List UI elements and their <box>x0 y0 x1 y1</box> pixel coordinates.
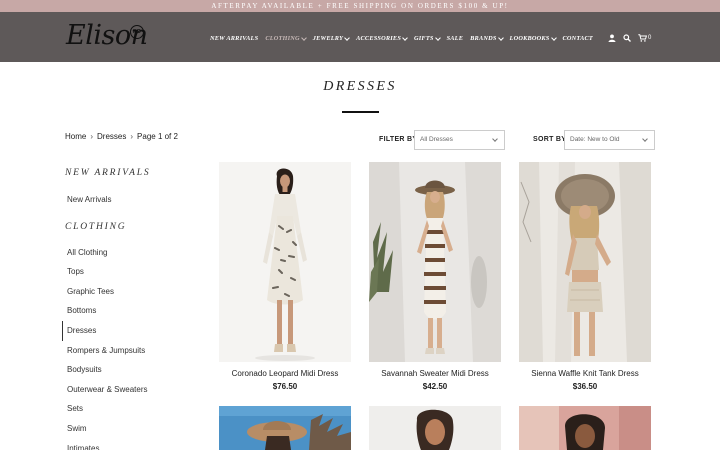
product-price: $76.50 <box>272 382 298 391</box>
header-icons: 0 <box>608 34 651 42</box>
sort-select[interactable]: Date: New to Old <box>564 130 655 150</box>
logo-badge: RD <box>130 25 144 39</box>
chevron-right-icon: › <box>90 132 94 141</box>
nav-accessories[interactable]: ACCESSORIES <box>356 34 408 42</box>
sidebar-item-tops[interactable]: Tops <box>65 262 195 282</box>
breadcrumb-section[interactable]: Dresses <box>97 132 126 141</box>
sidebar: NEW ARRIVALS New Arrivals CLOTHING All C… <box>62 168 195 450</box>
nav-gifts[interactable]: GIFTS <box>414 34 441 42</box>
breadcrumb: Home › Dresses › Page 1 of 2 <box>65 132 178 141</box>
chevron-down-icon <box>402 34 408 41</box>
breadcrumb-page: Page 1 of 2 <box>137 132 178 141</box>
filter-select[interactable]: All Dresses <box>414 130 505 150</box>
product-image[interactable] <box>369 162 501 362</box>
chevron-right-icon: › <box>130 132 134 141</box>
product-card[interactable]: Savannah Sweater Midi Dress $42.50 <box>369 162 501 402</box>
nav-brands[interactable]: BRANDS <box>470 34 504 42</box>
sidebar-heading-clothing: CLOTHING <box>65 221 127 232</box>
chevron-down-icon <box>300 34 307 41</box>
sidebar-item-bottoms[interactable]: Bottoms <box>65 301 195 321</box>
chevron-down-icon <box>642 136 648 142</box>
nav-clothing[interactable]: CLOTHING <box>265 34 307 42</box>
nav-contact[interactable]: CONTACT <box>563 35 593 42</box>
chevron-down-icon <box>344 34 350 41</box>
user-icon[interactable] <box>608 34 616 42</box>
nav-sale[interactable]: SALE <box>447 35 464 42</box>
cart-count: 0 <box>648 35 652 41</box>
breadcrumb-home[interactable]: Home <box>65 132 86 141</box>
product-image[interactable] <box>219 406 351 450</box>
sidebar-item-sets[interactable]: Sets <box>65 399 195 419</box>
sidebar-clothing-list: All Clothing Tops Graphic Tees Bottoms D… <box>62 243 195 450</box>
chevron-down-icon <box>497 34 504 41</box>
product-name[interactable]: Sienna Waffle Knit Tank Dress <box>509 369 661 378</box>
sort-select-value: Date: New to Old <box>570 136 620 143</box>
site-header: Elison RD NEW ARRIVALS CLOTHING JEWELRY … <box>0 12 720 62</box>
nav-lookbooks[interactable]: LOOKBOOKS <box>510 34 557 42</box>
sidebar-item-rompers-jumpsuits[interactable]: Rompers & Jumpsuits <box>65 341 195 361</box>
page-title: DRESSES <box>323 79 397 94</box>
sidebar-item-intimates[interactable]: Intimates <box>65 439 195 450</box>
product-card[interactable]: Coronado Leopard Midi Dress $76.50 <box>219 162 351 402</box>
cart-icon <box>638 34 647 42</box>
chevron-down-icon <box>492 136 498 142</box>
chevron-down-icon <box>434 34 441 41</box>
product-image[interactable] <box>519 406 651 450</box>
site-logo[interactable]: Elison RD <box>66 20 148 51</box>
sidebar-item-all-clothing[interactable]: All Clothing <box>65 243 195 263</box>
product-image[interactable] <box>219 162 351 362</box>
sidebar-item-graphic-tees[interactable]: Graphic Tees <box>65 282 195 302</box>
title-divider <box>342 111 379 113</box>
product-image[interactable] <box>369 406 501 450</box>
nav-jewelry[interactable]: JEWELRY <box>313 34 350 42</box>
sidebar-item-outerwear-sweaters[interactable]: Outerwear & Sweaters <box>65 380 195 400</box>
search-icon[interactable] <box>623 34 631 42</box>
product-name[interactable]: Savannah Sweater Midi Dress <box>359 369 511 378</box>
sidebar-item-new-arrivals[interactable]: New Arrivals <box>65 190 195 210</box>
product-name[interactable]: Coronado Leopard Midi Dress <box>209 369 361 378</box>
promo-banner: AFTERPAY AVAILABLE + FREE SHIPPING ON OR… <box>0 0 720 12</box>
filter-select-value: All Dresses <box>420 136 453 143</box>
product-image[interactable] <box>519 162 651 362</box>
sidebar-item-bodysuits[interactable]: Bodysuits <box>65 360 195 380</box>
sidebar-item-dresses[interactable]: Dresses <box>62 320 195 341</box>
product-card[interactable]: Sienna Waffle Knit Tank Dress $36.50 <box>519 162 651 402</box>
cart-button[interactable]: 0 <box>638 34 651 42</box>
main-nav: NEW ARRIVALS CLOTHING JEWELRY ACCESSORIE… <box>210 34 600 42</box>
nav-new-arrivals[interactable]: NEW ARRIVALS <box>210 35 258 42</box>
product-price: $36.50 <box>572 382 598 391</box>
sidebar-heading-new-arrivals: NEW ARRIVALS <box>65 168 151 178</box>
chevron-down-icon <box>550 34 557 41</box>
product-price: $42.50 <box>422 382 448 391</box>
sidebar-item-swim[interactable]: Swim <box>65 419 195 439</box>
